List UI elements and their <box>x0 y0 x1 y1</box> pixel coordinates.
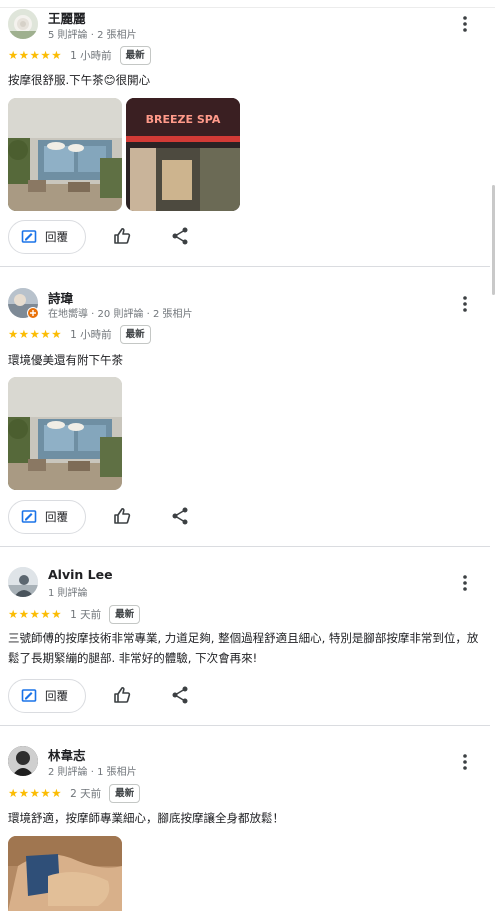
top-edge <box>0 0 495 8</box>
like-button[interactable] <box>112 226 134 248</box>
review-text: 環境舒適，按摩師專業細心，腳底按摩讓全身都放鬆！ <box>8 811 284 825</box>
like-button[interactable] <box>112 685 134 707</box>
review-divider <box>0 725 490 726</box>
review-divider <box>0 546 490 547</box>
reply-button[interactable]: 回覆 <box>8 500 86 534</box>
rating-row: ★★★★★ 1 小時前 最新 <box>8 45 151 65</box>
photo-avatar-icon <box>8 567 38 597</box>
reviewer-meta: 1 則評論 <box>48 588 88 599</box>
foot-massage-photo-image <box>8 836 122 911</box>
more-vert-icon <box>463 754 467 770</box>
newest-badge: 最新 <box>109 783 141 803</box>
star-rating: ★★★★★ <box>8 786 63 800</box>
more-options-button[interactable] <box>455 750 475 774</box>
reviewer-meta: 2 則評論 · 1 張相片 <box>48 767 137 778</box>
reply-label: 回覆 <box>45 689 68 703</box>
review-photo[interactable]: BREEZE SPA <box>126 98 240 211</box>
thumbs-up-icon <box>114 687 131 703</box>
review-time: 1 小時前 <box>70 328 112 341</box>
like-button[interactable] <box>112 506 134 528</box>
more-options-button[interactable] <box>455 292 475 316</box>
reply-label: 回覆 <box>45 510 68 524</box>
reply-edit-icon <box>21 510 37 523</box>
review-text: 按摩很舒服.下午茶😊很開心 <box>8 73 151 87</box>
reviewer-name[interactable]: Alvin Lee <box>48 567 113 582</box>
reply-button[interactable]: 回覆 <box>8 220 86 254</box>
rating-row: ★★★★★ 1 小時前 最新 <box>8 324 151 344</box>
more-options-button[interactable] <box>455 571 475 595</box>
more-vert-icon <box>463 16 467 32</box>
newest-badge: 最新 <box>119 324 151 344</box>
newest-badge: 最新 <box>109 604 141 624</box>
share-icon <box>172 227 188 245</box>
share-button[interactable] <box>170 685 192 707</box>
review-photo[interactable] <box>8 836 122 911</box>
more-vert-icon <box>463 575 467 591</box>
share-icon <box>172 507 188 525</box>
more-options-button[interactable] <box>455 12 475 36</box>
avatar[interactable] <box>8 746 38 776</box>
spa-sign-text: BREEZE SPA <box>146 113 221 126</box>
reply-edit-icon <box>21 689 37 702</box>
newest-badge: 最新 <box>119 45 151 65</box>
star-rating: ★★★★★ <box>8 48 63 62</box>
reviewer-name[interactable]: 王麗麗 <box>48 8 86 27</box>
reviewer-name[interactable]: 林韋志 <box>48 745 86 764</box>
review-time: 2 天前 <box>70 787 102 800</box>
rating-row: ★★★★★ 2 天前 最新 <box>8 783 141 803</box>
review-divider <box>0 266 490 267</box>
lounge-photo-image <box>8 377 122 490</box>
reply-edit-icon <box>21 230 37 243</box>
lounge-photo-image <box>8 98 122 211</box>
share-button[interactable] <box>170 506 192 528</box>
rose-avatar-icon <box>8 9 38 39</box>
review-actions: 回覆 <box>8 220 208 254</box>
avatar[interactable] <box>8 9 38 39</box>
rating-row: ★★★★★ 1 天前 最新 <box>8 604 141 624</box>
share-button[interactable] <box>170 226 192 248</box>
review-text: 三號師傅的按摩技術非常專業, 力道足夠, 整個過程舒適且細心, 特別是腳部按摩非… <box>8 631 479 665</box>
review-photo[interactable] <box>8 98 122 211</box>
star-rating: ★★★★★ <box>8 327 63 341</box>
avatar[interactable] <box>8 567 38 597</box>
more-vert-icon <box>463 296 467 312</box>
review-text: 環境優美還有附下午茶 <box>8 353 123 367</box>
reply-label: 回覆 <box>45 230 68 244</box>
share-icon <box>172 686 188 704</box>
reply-button[interactable]: 回覆 <box>8 679 86 713</box>
review-photo[interactable] <box>8 377 122 490</box>
review-time: 1 天前 <box>70 608 102 621</box>
review-actions: 回覆 <box>8 500 208 534</box>
spa-sign-photo-image: BREEZE SPA <box>126 98 240 211</box>
thumbs-up-icon <box>114 508 131 524</box>
local-guide-badge-icon <box>27 307 39 319</box>
photo-avatar-icon <box>8 746 38 776</box>
star-rating: ★★★★★ <box>8 607 63 621</box>
thumbs-up-icon <box>114 228 131 244</box>
review-actions: 回覆 <box>8 679 208 713</box>
reviewer-meta: 5 則評論 · 2 張相片 <box>48 30 137 41</box>
reviewer-meta: 在地嚮導 · 20 則評論 · 2 張相片 <box>48 309 193 320</box>
review-time: 1 小時前 <box>70 49 112 62</box>
